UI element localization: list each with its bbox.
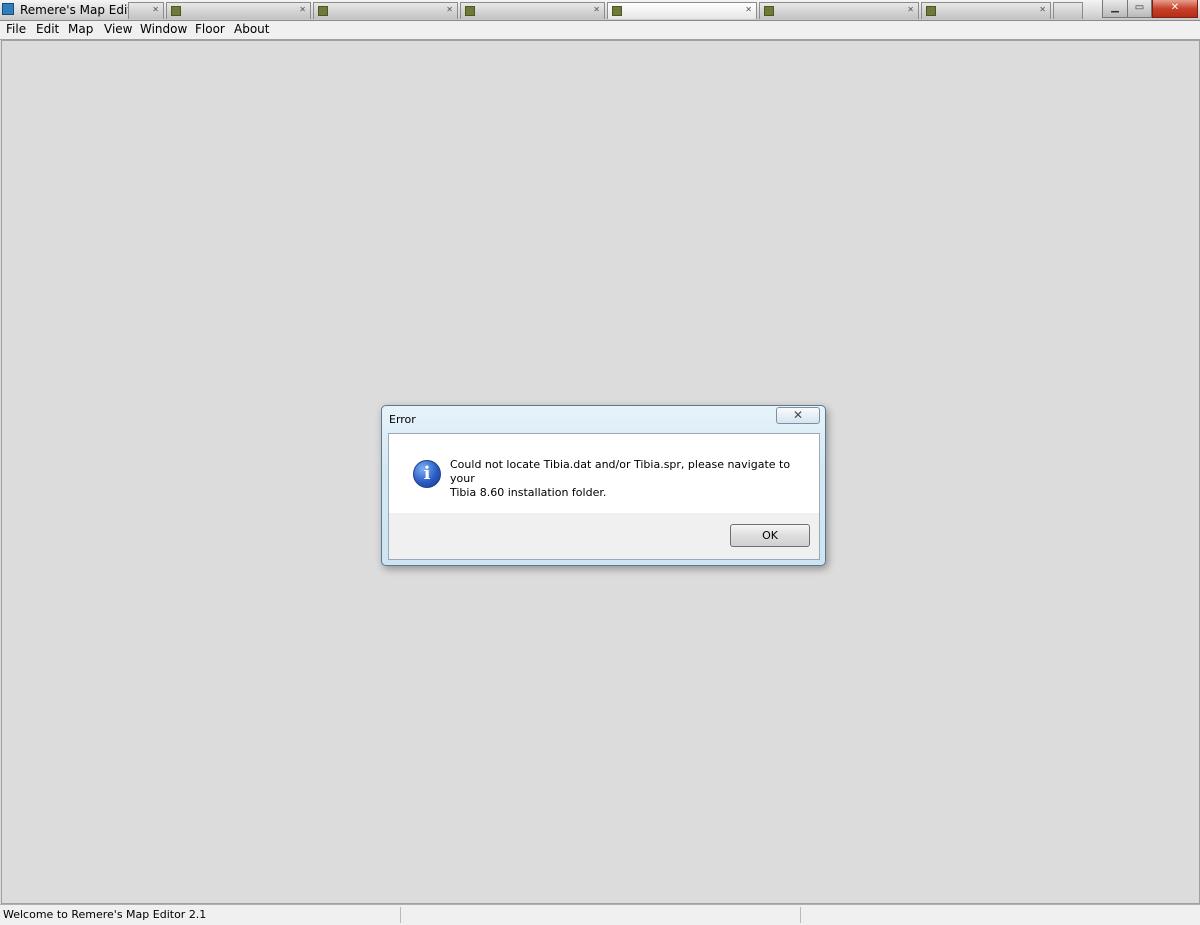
tab-close-icon[interactable]: ✕ [593, 5, 600, 14]
close-icon: ✕ [792, 408, 804, 422]
tab-close-icon[interactable]: ✕ [1039, 5, 1046, 14]
tab-close-icon[interactable]: ✕ [745, 5, 752, 14]
tab-favicon-icon [764, 6, 774, 16]
information-icon: i [413, 460, 441, 488]
ok-button[interactable]: OK [730, 524, 810, 547]
background-tab[interactable]: ✕ [759, 2, 919, 19]
menu-edit[interactable]: Edit [36, 22, 59, 36]
tab-favicon-icon [465, 6, 475, 16]
tab-close-icon[interactable]: ✕ [299, 5, 306, 14]
restore-icon: ▭ [1134, 2, 1145, 13]
status-divider [400, 907, 401, 923]
status-divider [800, 907, 801, 923]
background-tab[interactable]: ✕ [921, 2, 1051, 19]
background-tab[interactable]: ✕ [128, 2, 164, 19]
minimize-icon: ▁ [1111, 2, 1119, 13]
menu-view[interactable]: View [104, 22, 132, 36]
dialog-footer: OK [389, 513, 819, 559]
window-title: Remere's Map Editor [20, 3, 145, 17]
menu-window[interactable]: Window [140, 22, 187, 36]
background-tab[interactable]: ✕ [166, 2, 311, 19]
app-icon [2, 3, 14, 15]
menu-map[interactable]: Map [68, 22, 93, 36]
menu-about[interactable]: About [234, 22, 269, 36]
close-button[interactable]: ✕ [1152, 0, 1198, 18]
background-tab-active[interactable]: ✕ [607, 2, 757, 19]
tab-close-icon[interactable]: ✕ [446, 5, 453, 14]
status-bar: Welcome to Remere's Map Editor 2.1 [0, 904, 1200, 925]
tab-favicon-icon [318, 6, 328, 16]
tab-close-icon[interactable]: ✕ [152, 5, 159, 14]
tab-favicon-icon [612, 6, 622, 16]
dialog-close-button[interactable]: ✕ [776, 407, 820, 424]
title-bar[interactable]: Remere's Map Editor ✕ ✕ ✕ ✕ ✕ ✕ ✕ ▁ ▭ ✕ [0, 0, 1200, 21]
background-tab[interactable]: ✕ [460, 2, 605, 19]
dialog-title: Error [389, 413, 416, 426]
background-tab[interactable]: ✕ [313, 2, 458, 19]
maximize-button[interactable]: ▭ [1127, 0, 1152, 18]
tab-favicon-icon [171, 6, 181, 16]
tab-favicon-icon [926, 6, 936, 16]
error-message-line: Tibia 8.60 installation folder. [450, 486, 607, 499]
menu-floor[interactable]: Floor [195, 22, 225, 36]
close-icon: ✕ [1170, 2, 1180, 13]
error-message-line: Could not locate Tibia.dat and/or Tibia.… [450, 458, 791, 485]
error-dialog: Error ✕ i Could not locate Tibia.dat and… [381, 405, 826, 566]
menu-file[interactable]: File [6, 22, 26, 36]
dialog-body: i Could not locate Tibia.dat and/or Tibi… [388, 433, 820, 560]
minimize-button[interactable]: ▁ [1102, 0, 1128, 18]
menu-bar: File Edit Map View Window Floor About [0, 21, 1200, 40]
status-text: Welcome to Remere's Map Editor 2.1 [3, 908, 207, 921]
tab-close-icon[interactable]: ✕ [907, 5, 914, 14]
background-tab-new[interactable] [1053, 2, 1083, 19]
error-message: Could not locate Tibia.dat and/or Tibia.… [450, 458, 800, 500]
